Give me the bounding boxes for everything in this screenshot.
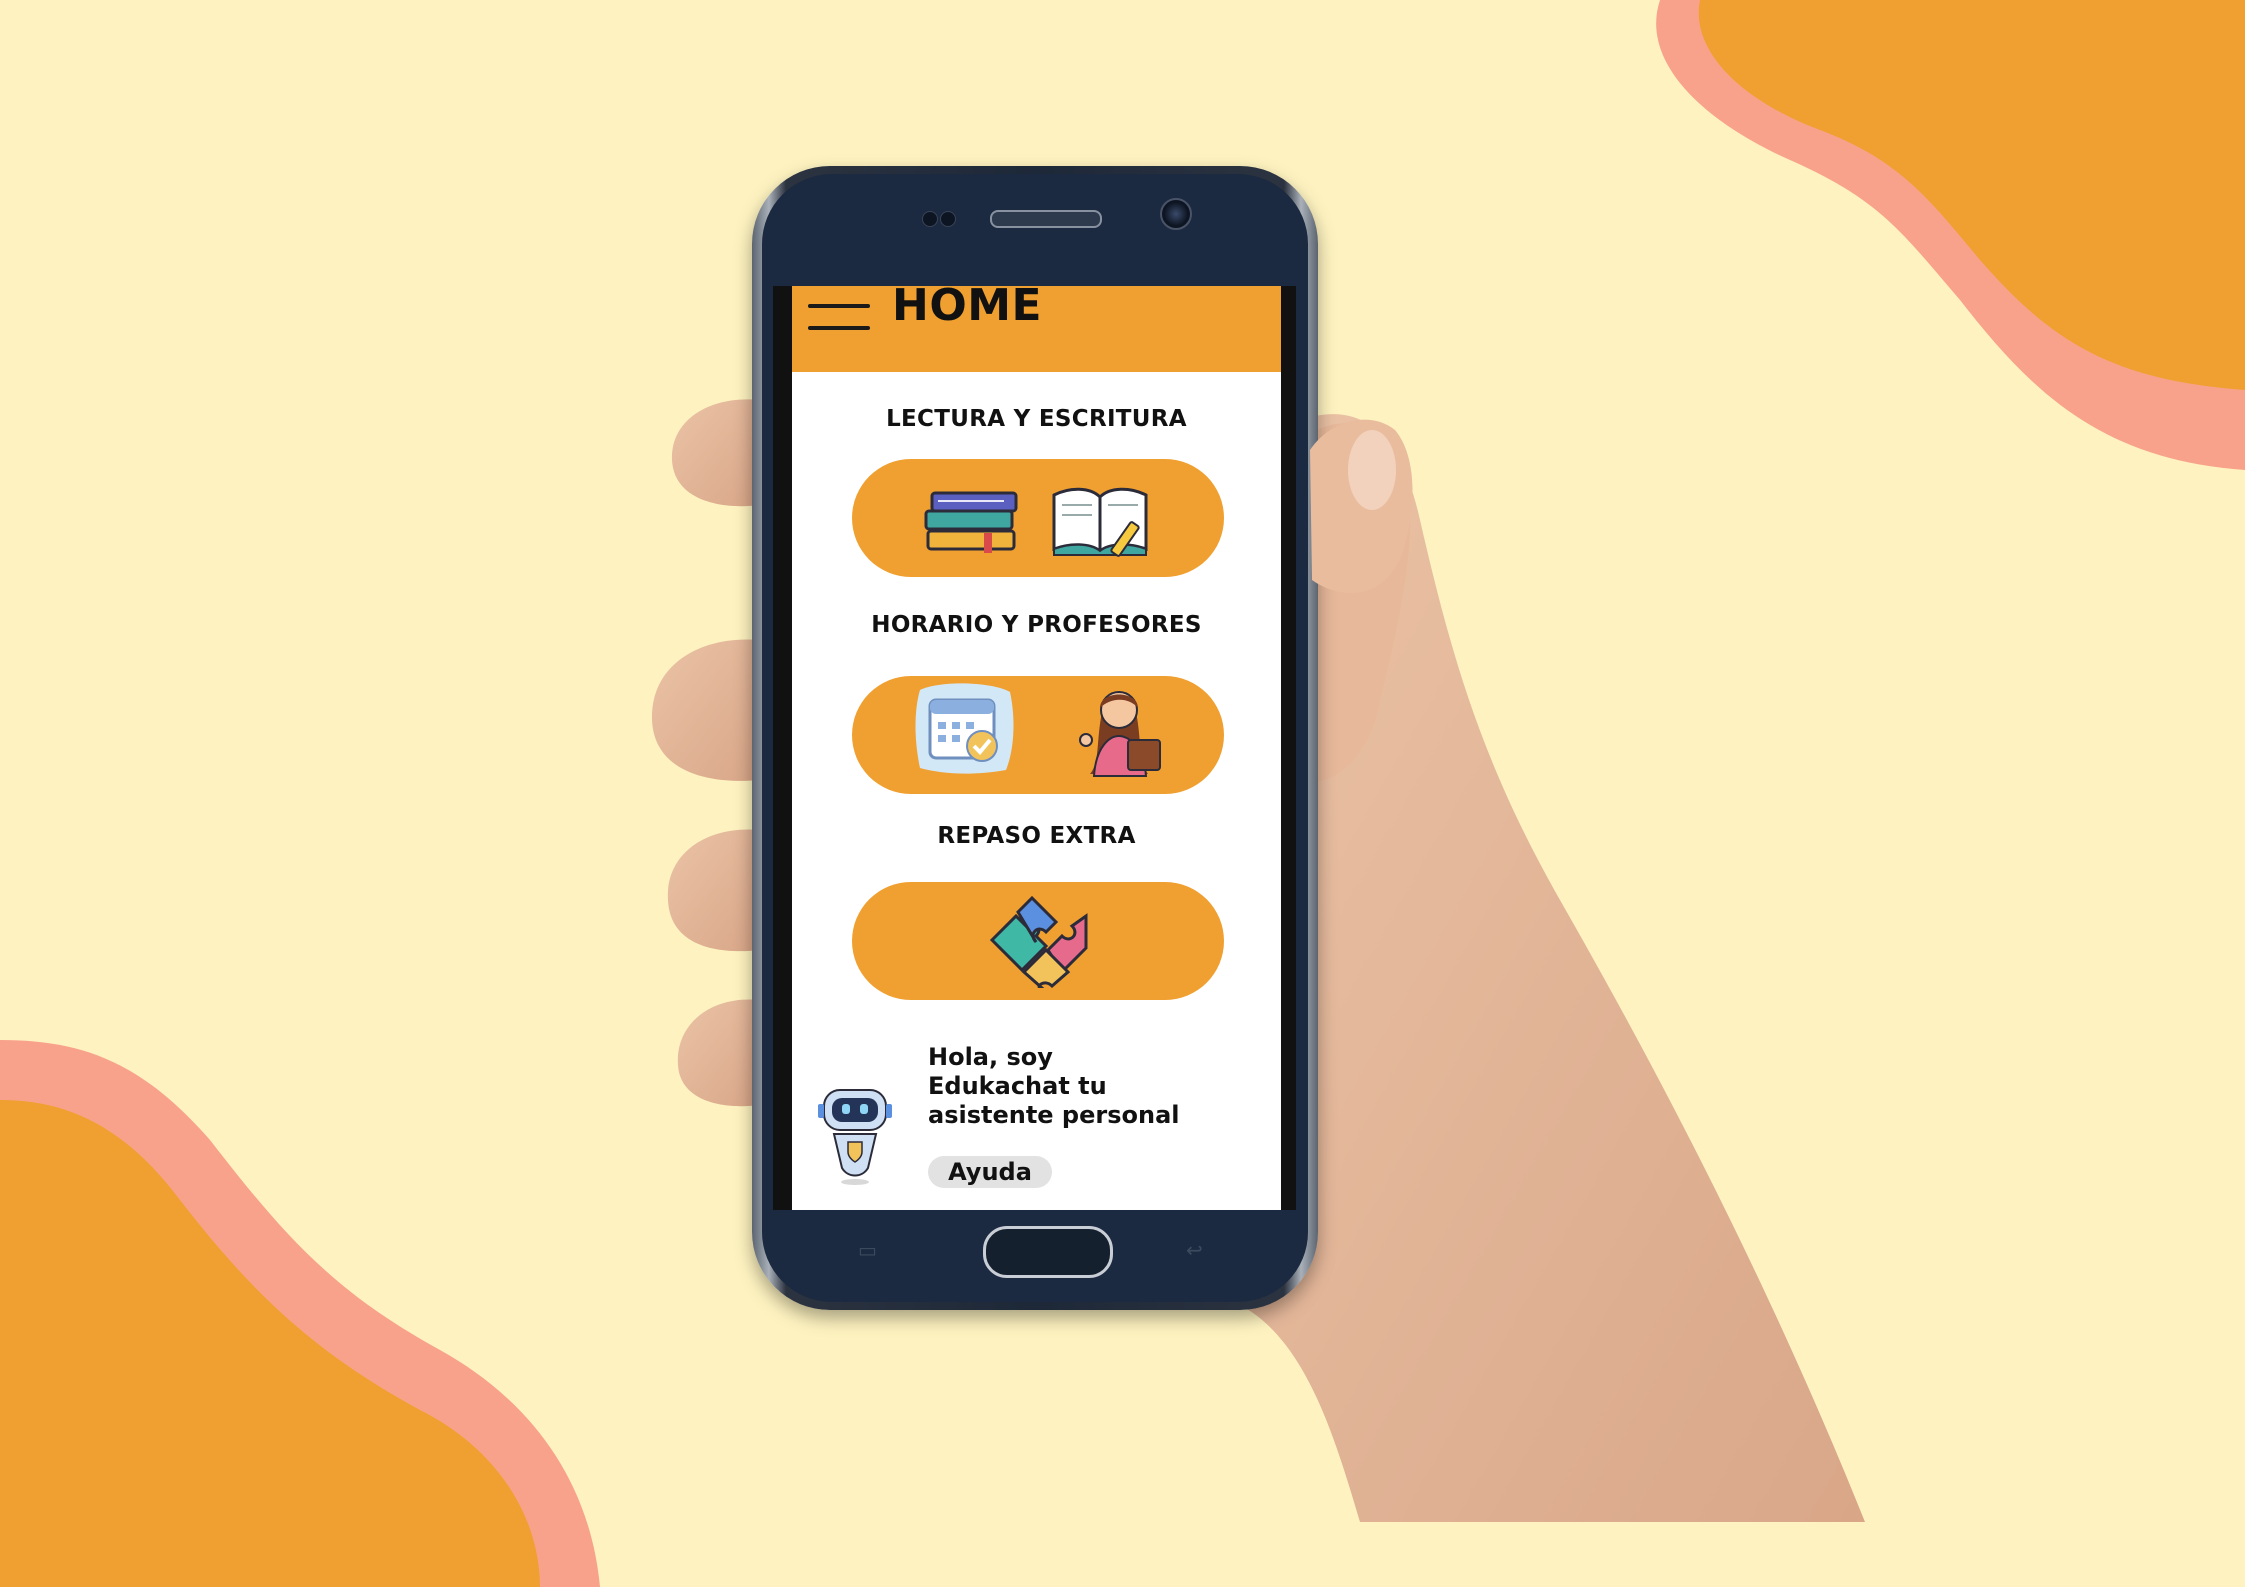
- teacher-icon: [1079, 691, 1161, 777]
- section-label-extra-review: REPASO EXTRA: [937, 823, 1136, 849]
- section-label-reading-writing: LECTURA Y ESCRITURA: [886, 406, 1187, 432]
- home-button[interactable]: [983, 1226, 1113, 1278]
- screen-bezel-left: [773, 286, 793, 1210]
- app-header: HOME: [792, 286, 1281, 372]
- schedule-teachers-button[interactable]: [852, 676, 1224, 794]
- proximity-sensor: [922, 211, 938, 227]
- page-title: HOME: [892, 286, 1043, 331]
- reading-writing-button[interactable]: [852, 459, 1224, 577]
- calendar-check-icon: [915, 683, 1014, 774]
- assistant-line: Hola, soy: [928, 1043, 1053, 1071]
- extra-review-button[interactable]: [852, 882, 1224, 1000]
- light-sensor: [940, 211, 956, 227]
- screen-bezel-right: [1280, 286, 1296, 1210]
- help-button[interactable]: Ayuda: [928, 1156, 1052, 1188]
- assistant-line: asistente personal: [928, 1101, 1180, 1129]
- app-screen: HOME LECTURA Y ESCRITURA HORARIO Y PROFE…: [792, 286, 1281, 1210]
- robot-icon: [818, 1089, 892, 1185]
- puzzle-pieces-icon: [989, 895, 1088, 988]
- back-icon[interactable]: ↩: [1186, 1238, 1222, 1262]
- hamburger-menu-icon[interactable]: [808, 296, 870, 332]
- section-label-schedule-teachers: HORARIO Y PROFESORES: [871, 612, 1202, 638]
- open-book-pencil-icon: [1052, 487, 1148, 557]
- earpiece-speaker: [990, 210, 1102, 228]
- assistant-line: Edukachat tu: [928, 1072, 1107, 1100]
- front-camera: [1160, 198, 1192, 230]
- assistant-message: Hola, soy Edukachat tu asistente persona…: [928, 1043, 1228, 1130]
- books-stack-icon: [924, 491, 1018, 553]
- recent-apps-icon[interactable]: ▭: [858, 1238, 894, 1262]
